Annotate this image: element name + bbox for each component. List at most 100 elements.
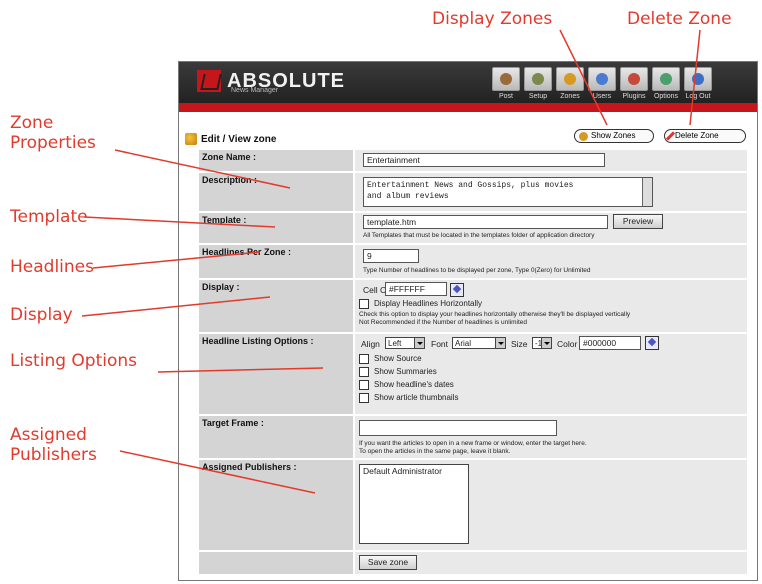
target-note-2: To open the articles in the same page, l… bbox=[359, 448, 511, 455]
align-value: Left bbox=[388, 339, 402, 348]
save-row-spacer bbox=[199, 552, 353, 574]
zones-icon bbox=[579, 131, 588, 141]
setup-icon bbox=[524, 67, 552, 91]
page-title-text: Edit / View zone bbox=[201, 133, 277, 145]
show-summaries-checkbox[interactable]: Show Summaries bbox=[359, 367, 437, 377]
show-dates-checkbox[interactable]: Show headline's dates bbox=[359, 380, 454, 390]
nav-post[interactable]: Post bbox=[491, 67, 521, 101]
target-frame-label: Target Frame : bbox=[199, 416, 353, 458]
nav-label: Options bbox=[653, 93, 679, 100]
users-icon bbox=[588, 67, 616, 91]
show-dates-label: Show headline's dates bbox=[374, 380, 454, 390]
target-note-1: If you want the articles to open in a ne… bbox=[359, 440, 587, 447]
delete-zone-button[interactable]: Delete Zone bbox=[664, 129, 746, 143]
nav-setup[interactable]: Setup bbox=[523, 67, 553, 101]
cell-color-input[interactable]: #FFFFFF bbox=[385, 282, 447, 296]
callout-zone-properties-line2: Properties bbox=[10, 133, 96, 153]
font-select[interactable]: Arial bbox=[452, 337, 506, 349]
callout-display-zones: Display Zones bbox=[432, 9, 553, 29]
template-label: Template : bbox=[199, 213, 353, 243]
show-zones-button[interactable]: Show Zones bbox=[574, 129, 654, 143]
save-row: Save zone bbox=[199, 552, 747, 574]
nav-plugins[interactable]: Plugins bbox=[619, 67, 649, 101]
zone-name-label: Zone Name : bbox=[199, 150, 353, 171]
zone-name-row: Zone Name : Entertainment bbox=[199, 150, 747, 171]
save-zone-button[interactable]: Save zone bbox=[359, 555, 417, 570]
show-thumbnails-checkbox[interactable]: Show article thumbnails bbox=[359, 393, 458, 403]
headlines-note: Type Number of headlines to be displayed… bbox=[363, 267, 591, 274]
template-input[interactable]: template.htm bbox=[363, 215, 608, 229]
show-source-checkbox[interactable]: Show Source bbox=[359, 354, 422, 364]
color-input[interactable]: #000000 bbox=[579, 336, 641, 350]
headlines-input[interactable]: 9 bbox=[363, 249, 419, 263]
nav-logout[interactable]: Log Out bbox=[683, 67, 713, 101]
callout-assigned-line2: Publishers bbox=[10, 445, 97, 465]
font-value: Arial bbox=[455, 339, 472, 348]
color-label: Color bbox=[557, 339, 578, 349]
size-label: Size bbox=[511, 339, 528, 349]
callout-display: Display bbox=[10, 305, 73, 325]
logo-mark-icon bbox=[197, 70, 221, 92]
checkbox-box bbox=[359, 367, 369, 377]
display-cell: Cell Color #FFFFFF Display Headlines Hor… bbox=[355, 280, 747, 332]
post-icon bbox=[492, 67, 520, 91]
show-thumbnails-label: Show article thumbnails bbox=[374, 393, 459, 403]
cell-color-picker-icon[interactable] bbox=[450, 283, 464, 297]
nav-label: Plugins bbox=[622, 93, 646, 100]
listing-options-cell: Align Left Font Arial Size -1 Color #000… bbox=[355, 334, 747, 414]
target-frame-row: Target Frame : If you want the articles … bbox=[199, 416, 747, 458]
checkbox-box bbox=[359, 393, 369, 403]
show-source-label: Show Source bbox=[374, 354, 422, 364]
headlines-label: Headlines Per Zone : bbox=[199, 245, 353, 278]
font-label: Font bbox=[431, 339, 449, 349]
save-cell: Save zone bbox=[355, 552, 747, 574]
headlines-cell: 9 Type Number of headlines to be display… bbox=[355, 245, 747, 278]
nav-options[interactable]: Options bbox=[651, 67, 681, 101]
size-select[interactable]: -1 bbox=[532, 337, 552, 349]
nav-label: Zones bbox=[560, 93, 580, 100]
color-picker-icon[interactable] bbox=[645, 336, 659, 350]
template-note: All Templates that must be located in th… bbox=[363, 232, 595, 239]
display-horizontal-checkbox[interactable]: Display Headlines Horizontally bbox=[359, 299, 482, 309]
headlines-row: Headlines Per Zone : 9 Type Number of he… bbox=[199, 245, 747, 278]
target-frame-input[interactable] bbox=[359, 420, 557, 436]
template-cell: template.htm Preview All Templates that … bbox=[355, 213, 747, 243]
align-select[interactable]: Left bbox=[385, 337, 425, 349]
nav-users[interactable]: Users bbox=[587, 67, 617, 101]
publishers-cell: Default Administrator bbox=[355, 460, 747, 550]
nav-zones[interactable]: Zones bbox=[555, 67, 585, 101]
target-frame-cell: If you want the articles to open in a ne… bbox=[355, 416, 747, 458]
zones-icon bbox=[556, 67, 584, 91]
publishers-label: Assigned Publishers : bbox=[199, 460, 353, 550]
callout-headlines: Headlines bbox=[10, 257, 94, 277]
logo-subtitle: News Manager bbox=[231, 87, 279, 94]
publishers-listbox[interactable]: Default Administrator bbox=[359, 464, 469, 544]
nav-label: Setup bbox=[528, 93, 548, 100]
options-icon bbox=[652, 67, 680, 91]
display-horizontal-label: Display Headlines Horizontally bbox=[374, 299, 483, 309]
plugins-icon bbox=[620, 67, 648, 91]
publisher-option[interactable]: Default Administrator bbox=[363, 466, 465, 476]
callout-delete-zone: Delete Zone bbox=[627, 9, 732, 29]
checkbox-box bbox=[359, 299, 369, 309]
preview-button[interactable]: Preview bbox=[613, 214, 663, 229]
main-nav: Post Setup Zones Users Plugins Options L… bbox=[491, 67, 713, 101]
listing-options-label: Headline Listing Options : bbox=[199, 334, 353, 414]
description-row: Description : Entertainment News and Gos… bbox=[199, 173, 747, 211]
nav-label: Users bbox=[592, 93, 612, 100]
page-title: Edit / View zone bbox=[185, 133, 276, 145]
checkbox-box bbox=[359, 354, 369, 364]
checkbox-box bbox=[359, 380, 369, 390]
nav-label: Post bbox=[498, 93, 513, 100]
zone-name-cell: Entertainment bbox=[355, 150, 747, 171]
show-summaries-label: Show Summaries bbox=[374, 367, 437, 377]
zone-name-input[interactable]: Entertainment bbox=[363, 153, 605, 167]
callout-template: Template bbox=[10, 207, 88, 227]
align-label: Align bbox=[361, 339, 380, 349]
description-textarea[interactable]: Entertainment News and Gossips, plus mov… bbox=[363, 177, 653, 207]
delete-zone-label: Delete Zone bbox=[675, 131, 719, 140]
textarea-scrollbar[interactable] bbox=[642, 178, 652, 206]
publishers-row: Assigned Publishers : Default Administra… bbox=[199, 460, 747, 550]
callout-zone-properties-line1: Zone bbox=[10, 113, 54, 133]
header-red-bar bbox=[179, 103, 757, 112]
